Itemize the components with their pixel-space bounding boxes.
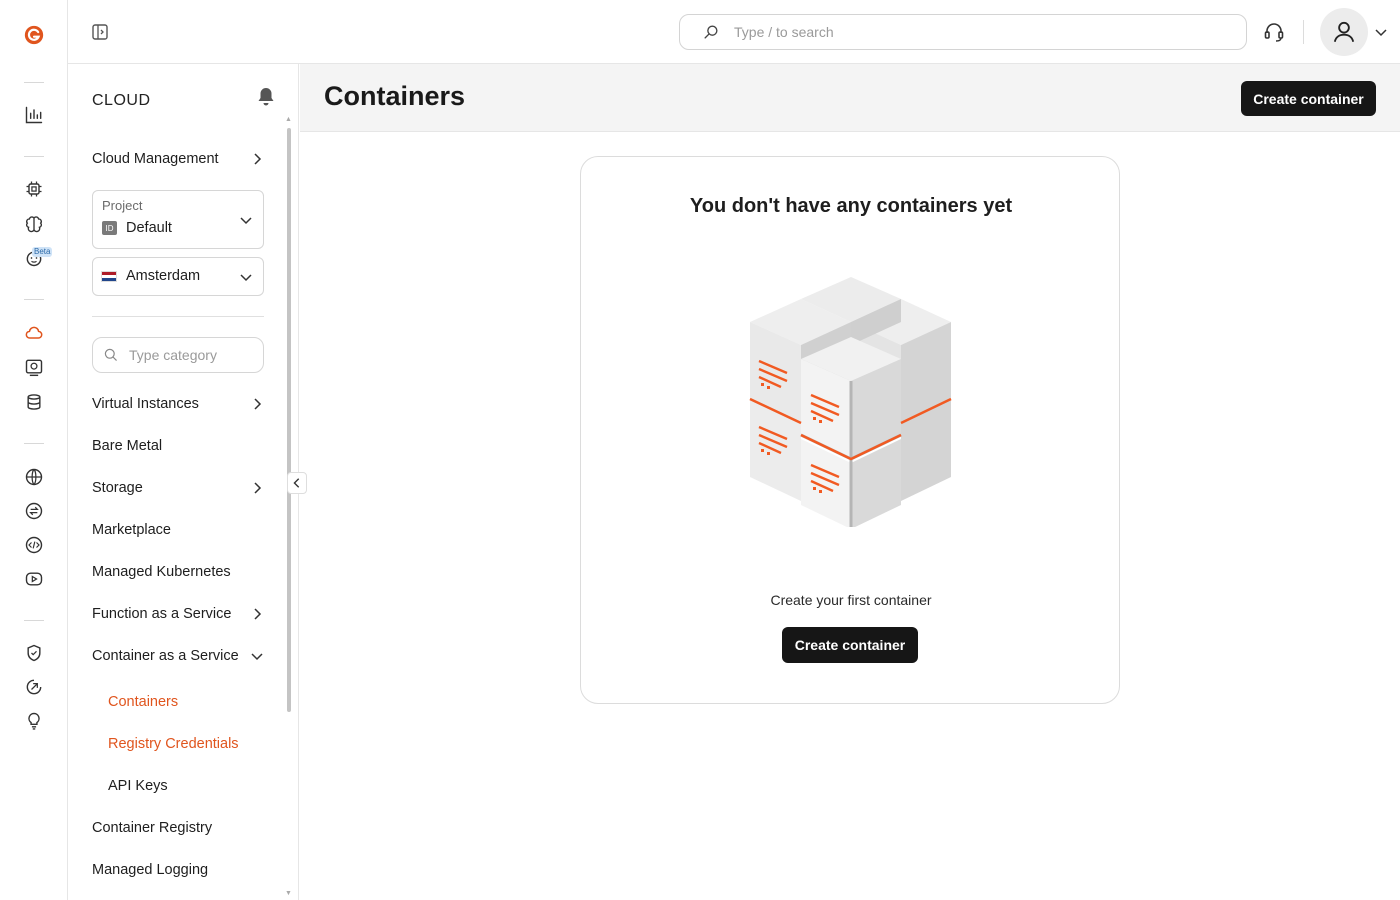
category-search[interactable] — [92, 337, 264, 373]
video-icon[interactable] — [22, 567, 46, 591]
sidebar-item-label: Managed Logging — [92, 862, 209, 878]
chevron-right-icon — [254, 398, 262, 410]
region-selector[interactable]: Amsterdam — [92, 257, 264, 296]
containers-cube-illustration — [741, 277, 961, 529]
sidebar-title: CLOUD — [92, 92, 151, 109]
global-search[interactable] — [679, 14, 1247, 50]
database-icon[interactable] — [22, 390, 46, 414]
analytics-icon[interactable] — [22, 103, 46, 127]
chevron-right-icon — [254, 153, 262, 165]
top-bar — [68, 0, 1400, 64]
scroll-down-arrow[interactable]: ▼ — [285, 890, 292, 897]
sidebar-item-cloud-management[interactable]: Cloud Management — [92, 147, 264, 171]
empty-state-subtitle: Create your first container — [770, 592, 932, 608]
sidebar-item-label: Function as a Service — [92, 606, 232, 622]
beta-badge: Beta — [32, 247, 53, 257]
shield-icon[interactable] — [22, 641, 46, 665]
user-menu[interactable] — [1320, 8, 1388, 56]
sidebar-item-virtual-instances[interactable]: Virtual Instances — [92, 392, 264, 416]
sidebar-scrollbar[interactable] — [287, 128, 291, 712]
sidebar-item-container-registry[interactable]: Container Registry — [92, 816, 264, 840]
lightbulb-icon[interactable] — [22, 709, 46, 733]
logo-icon[interactable] — [22, 23, 46, 47]
sidebar-item-bare-metal[interactable]: Bare Metal — [92, 434, 264, 458]
code-icon[interactable] — [22, 533, 46, 557]
create-container-button[interactable]: Create container — [1241, 81, 1376, 116]
sidebar-subitem-registry-credentials[interactable]: Registry Credentials — [108, 732, 280, 756]
chevron-down-icon — [251, 653, 263, 661]
sidebar-item-label: Container Registry — [92, 820, 213, 836]
page-header: Containers Create container — [300, 64, 1400, 132]
sidebar-item-label: Managed Kubernetes — [92, 564, 231, 580]
header-divider — [1303, 20, 1304, 44]
rail-divider — [24, 443, 44, 444]
category-search-input[interactable] — [129, 347, 259, 363]
chevron-down-icon[interactable] — [1374, 25, 1388, 39]
chevron-left-icon — [293, 478, 300, 488]
sidebar-item-function-as-a-service[interactable]: Function as a Service — [92, 602, 264, 626]
sidebar-item-label: Cloud Management — [92, 151, 219, 167]
headset-icon[interactable] — [1262, 20, 1286, 44]
project-label: Project — [102, 198, 143, 213]
sidebar-item-label: Storage — [92, 480, 143, 496]
sidebar-item-label: Registry Credentials — [108, 736, 239, 752]
globe-icon[interactable] — [22, 465, 46, 489]
search-input[interactable] — [734, 24, 1214, 40]
sidebar-item-label: Marketplace — [92, 522, 171, 538]
sidebar-item-marketplace[interactable]: Marketplace — [92, 518, 264, 542]
scroll-up-arrow[interactable]: ▲ — [285, 116, 292, 123]
project-selector[interactable]: Project ID Default — [92, 190, 264, 249]
cloud-icon[interactable] — [22, 321, 46, 345]
sidebar-item-label: API Keys — [108, 778, 168, 794]
transfer-icon[interactable] — [22, 499, 46, 523]
rail-divider — [24, 299, 44, 300]
sidebar-item-label: Container as a Service — [92, 648, 239, 664]
sidebar-item-label: Virtual Instances — [92, 396, 199, 412]
chevron-right-icon — [254, 482, 262, 494]
user-icon — [1333, 21, 1355, 43]
chevron-down-icon — [240, 274, 252, 282]
sidebar-item-managed-logging[interactable]: Managed Logging — [92, 858, 264, 882]
sidebar-subitem-api-keys[interactable]: API Keys — [108, 774, 280, 798]
search-icon — [104, 348, 117, 361]
sidebar-item-storage[interactable]: Storage — [92, 476, 264, 500]
region-value: Amsterdam — [126, 268, 201, 284]
bell-icon[interactable] — [256, 86, 276, 108]
search-icon — [704, 25, 718, 39]
sidebar-divider — [92, 316, 264, 317]
sidebar-item-container-as-a-service[interactable]: Container as a Service — [92, 644, 264, 668]
rail-divider — [24, 156, 44, 157]
chevron-down-icon — [240, 217, 252, 225]
netherlands-flag-icon — [101, 270, 117, 282]
create-first-container-button[interactable]: Create container — [782, 627, 918, 663]
page-title: Containers — [324, 81, 466, 111]
id-badge: ID — [102, 221, 117, 235]
sidebar-item-managed-kubernetes[interactable]: Managed Kubernetes — [92, 560, 264, 584]
sidebar-subitem-containers[interactable]: Containers — [108, 690, 280, 714]
brain-icon[interactable] — [22, 212, 46, 236]
chip-icon[interactable] — [22, 177, 46, 201]
project-value: Default — [126, 220, 172, 236]
migration-icon[interactable] — [22, 675, 46, 699]
avatar[interactable] — [1320, 8, 1368, 56]
empty-state-title: You don't have any containers yet — [689, 195, 1013, 217]
cloud-sidebar: CLOUD Cloud Management Project ID Defaul… — [68, 64, 299, 900]
empty-state-card: You don't have any containers yet Create… — [580, 156, 1120, 704]
icon-rail: Beta — [0, 0, 68, 900]
rail-divider — [24, 82, 44, 83]
rail-divider — [24, 620, 44, 621]
sidebar-item-label: Bare Metal — [92, 438, 163, 454]
chevron-right-icon — [254, 608, 262, 620]
sidebar-toggle-icon[interactable] — [90, 22, 110, 42]
collapse-sidebar-button[interactable] — [287, 472, 307, 494]
server-box-icon[interactable] — [22, 355, 46, 379]
sidebar-item-label: Containers — [108, 694, 179, 710]
